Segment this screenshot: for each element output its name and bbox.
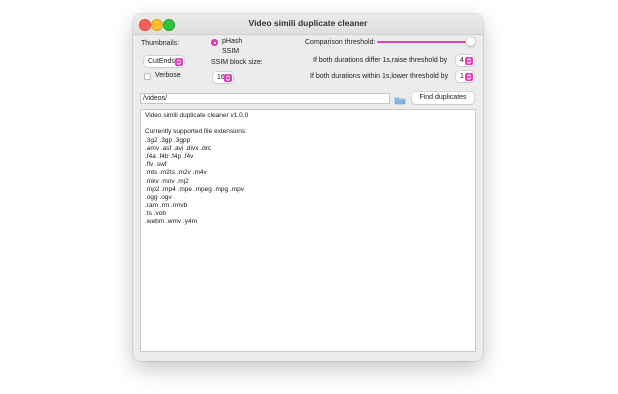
- log-line: .ogg .ogv: [145, 193, 172, 201]
- comparison-threshold-label: Comparison threshold:: [305, 39, 376, 46]
- lower-threshold-popup[interactable]: 1: [456, 71, 474, 82]
- updown-arrows-icon: [465, 72, 473, 81]
- verbose-checkbox[interactable]: [144, 73, 151, 80]
- raise-threshold-popup[interactable]: 4: [456, 55, 474, 66]
- verbose-label: Verbose: [155, 72, 181, 79]
- raise-threshold-label: If both durations differ 1s,raise thresh…: [313, 57, 448, 64]
- log-line: Currently supported file extensions:: [145, 128, 247, 136]
- log-line: .f4a .f4b .f4p .f4v: [145, 152, 194, 160]
- comparison-threshold-slider-knob[interactable]: [466, 37, 475, 46]
- videos-path-input[interactable]: /videos/: [140, 93, 390, 104]
- log-line: .webm .wmv .y4m: [145, 218, 198, 226]
- phash-radio[interactable]: [211, 39, 218, 46]
- log-line: .mkv .mov .mj2: [145, 177, 189, 185]
- ssim-block-size-popup[interactable]: 16: [213, 72, 233, 83]
- ssim-label[interactable]: SSIM: [222, 48, 239, 55]
- thumbnails-label: Thumbnails:: [141, 40, 180, 47]
- log-line: .ram .rm .rmvb: [145, 202, 188, 210]
- app-window: Video simili duplicate cleaner Thumbnail…: [133, 14, 483, 361]
- log-line: .3g2 .3gp .3gpp: [145, 136, 191, 144]
- lower-threshold-label: If both durations within 1s,lower thresh…: [310, 73, 449, 80]
- raise-threshold-value: 4: [460, 57, 464, 64]
- window-title: Video simili duplicate cleaner: [248, 18, 368, 28]
- ssim-block-size-label: SSIM block size:: [211, 59, 263, 66]
- find-duplicates-button[interactable]: Find duplicates: [412, 92, 474, 104]
- log-line: .mp2 .mp4 .mpe .mpeg .mpg .mpv: [145, 185, 244, 193]
- log-line: .ts .vob: [145, 210, 166, 218]
- log-line: .flv .swf: [145, 161, 167, 169]
- log-line: Video simili duplicate cleaner v1.0.0: [145, 112, 249, 119]
- updown-arrows-icon: [175, 57, 183, 66]
- thumbnails-mode-popup[interactable]: CutEnds: [144, 56, 184, 67]
- updown-arrows-icon: [224, 73, 232, 82]
- output-log: Video simili duplicate cleaner v1.0.0 Cu…: [140, 109, 476, 352]
- updown-arrows-icon: [465, 56, 473, 65]
- title-bar: Video simili duplicate cleaner: [133, 14, 483, 35]
- thumbnails-mode-value: CutEnds: [148, 58, 175, 65]
- lower-threshold-value: 1: [460, 73, 464, 80]
- log-line: .amv .asf .avi .divx .drc: [145, 144, 212, 152]
- comparison-threshold-slider-track[interactable]: [377, 41, 472, 43]
- phash-label: pHash: [222, 38, 243, 45]
- log-line: .mts .m2ts .m2v .m4v: [145, 169, 207, 177]
- folder-icon[interactable]: [393, 93, 407, 105]
